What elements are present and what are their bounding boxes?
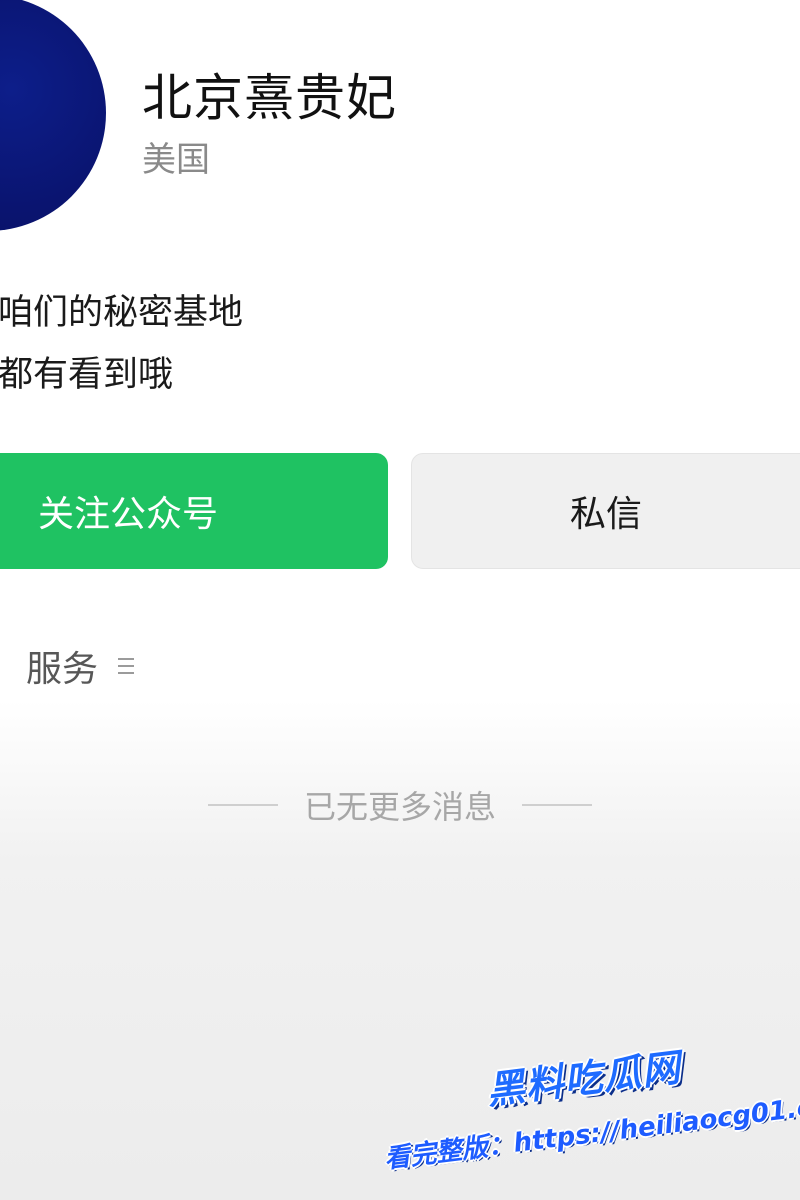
private-message-button[interactable]: 私信: [411, 453, 800, 569]
no-more-messages-text: 已无更多消息: [303, 788, 496, 826]
divider-left: [207, 804, 278, 806]
bio: 咱们的秘密基地 都有看到哦: [0, 282, 243, 406]
private-message-label: 私信: [569, 494, 642, 535]
profile-region: 美国: [142, 140, 210, 180]
watermark: 黑料吃瓜网 看完整版：https://heiliaocg01.com: [373, 1016, 800, 1200]
menu-lines-icon: [118, 658, 135, 674]
services-label: 服务: [26, 649, 99, 690]
watermark-logo: 黑料吃瓜网: [484, 1045, 684, 1113]
profile-name: 北京熹贵妃: [142, 69, 397, 127]
divider-right: [522, 804, 592, 806]
official-account-profile-page: 北京熹贵妃 美国 咱们的秘密基地 都有看到哦 关注公众号 私信 服务 已无更多消…: [0, 0, 800, 1200]
bio-line: 咱们的秘密基地: [0, 293, 244, 333]
follow-account-button[interactable]: 关注公众号: [0, 453, 388, 569]
avatar[interactable]: [0, 0, 106, 231]
services-menu[interactable]: 服务: [26, 640, 135, 692]
bio-line: 都有看到哦: [0, 355, 174, 395]
feed-end-indicator: 已无更多消息: [0, 782, 800, 828]
follow-account-label: 关注公众号: [38, 494, 219, 535]
